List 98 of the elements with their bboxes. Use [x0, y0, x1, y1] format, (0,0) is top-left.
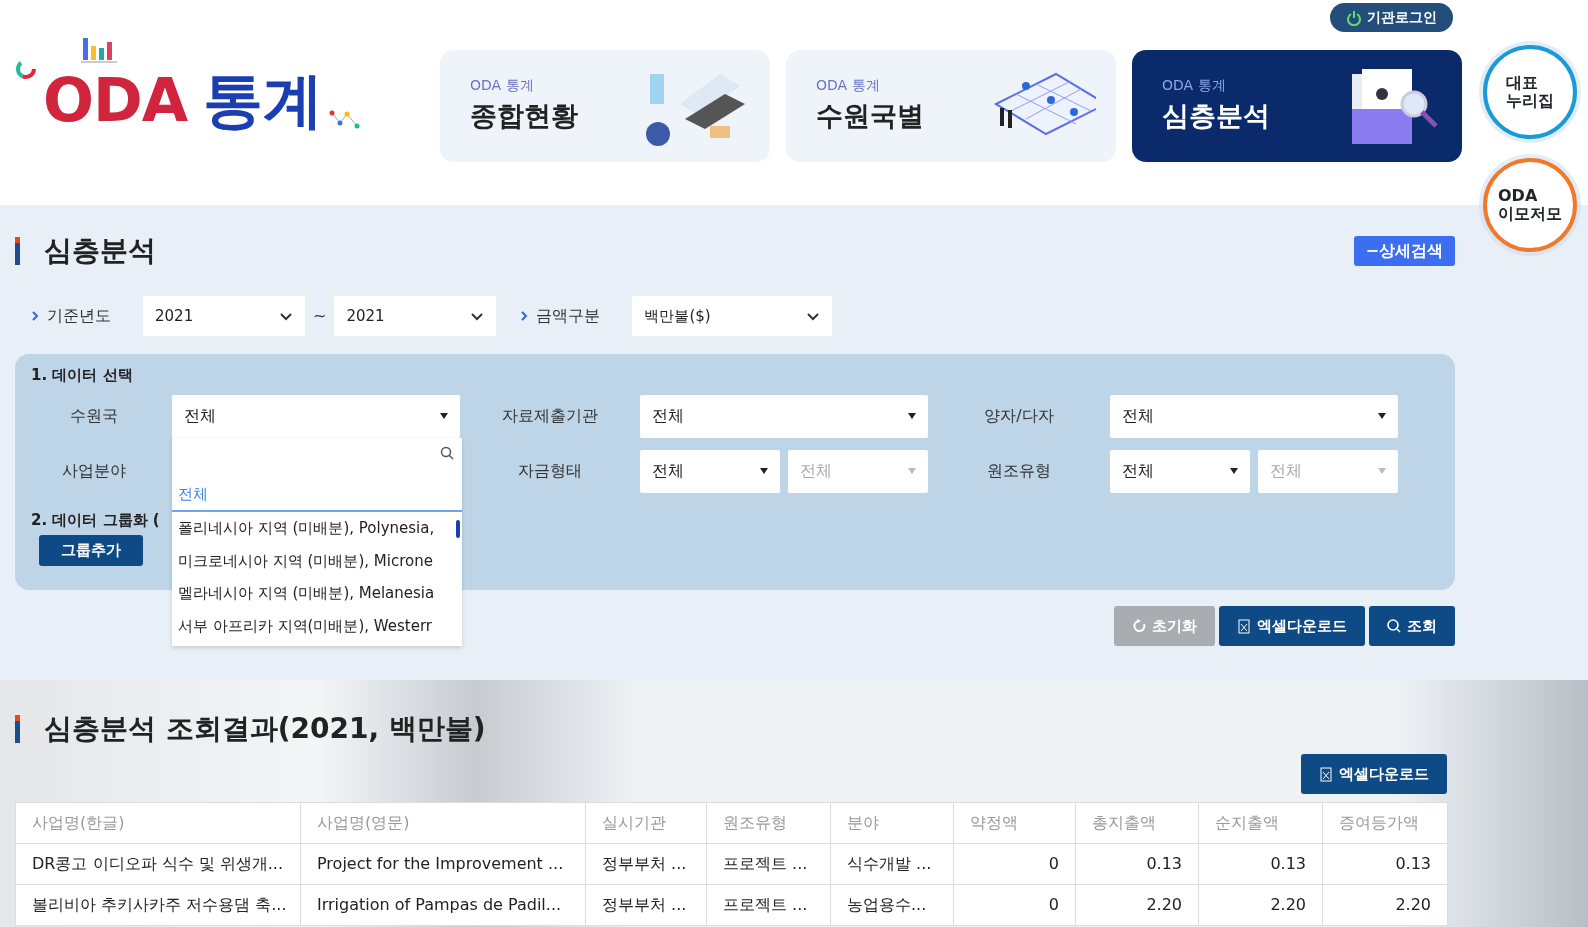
caret-icon — [760, 468, 768, 474]
table-cell: 정부부처 ... — [585, 843, 707, 885]
scrollbar-thumb[interactable] — [456, 519, 460, 538]
panel-title: 1. 데이터 선택 — [30, 365, 134, 386]
select-field[interactable]: 2021 — [143, 296, 305, 336]
column-header: 실시기관 — [585, 802, 707, 844]
section-title: 심층분석 — [44, 233, 156, 269]
chevron-down-icon — [470, 311, 485, 321]
column-header: 사업명(영문) — [300, 802, 586, 844]
select-field[interactable]: 전체 — [640, 394, 928, 438]
field-label: 양자/다자 — [983, 405, 1055, 427]
title-accent-bar — [15, 715, 20, 743]
select-field[interactable]: 전체 — [1110, 394, 1398, 438]
add-group-button[interactable]: 그룹추가 — [39, 535, 143, 566]
table-cell: 2.20 — [1198, 884, 1323, 926]
dropdown-option[interactable]: 서부 아프리카 지역(미배분), Westerr — [172, 609, 462, 642]
table-cell: 정부부처 ... — [585, 884, 707, 926]
card-eyebrow: ODA 통계 — [816, 76, 881, 96]
table-cell: 0 — [953, 884, 1076, 926]
title-accent-bar — [15, 237, 20, 265]
caret-icon — [1378, 468, 1386, 474]
table-cell: 0.13 — [1075, 843, 1199, 885]
field-label: 자료제출기관 — [501, 405, 599, 427]
dropdown-option[interactable]: 폴리네시아 지역 (미배분), Polynesia, — [172, 512, 462, 545]
search-button[interactable]: 조회 — [1369, 606, 1455, 646]
power-icon — [1346, 10, 1362, 26]
search-icon — [1387, 618, 1401, 634]
refresh-icon — [1132, 618, 1146, 634]
chevron-down-icon — [279, 311, 293, 321]
table-cell: DR콩고 이디오파 식수 및 위생개... — [15, 843, 301, 885]
spreadsheet-icon — [1237, 618, 1251, 634]
bar-chart-icon — [81, 36, 117, 64]
card-eyebrow: ODA 통계 — [470, 76, 535, 96]
column-header: 분야 — [830, 802, 954, 844]
chevron-icon — [31, 310, 39, 322]
field-label: 수원국 — [68, 405, 119, 427]
table-cell: 0.13 — [1322, 843, 1448, 885]
select-field[interactable]: 전체 — [640, 449, 780, 493]
field-label: 자금형태 — [517, 460, 583, 482]
table-cell: 2.20 — [1322, 884, 1448, 926]
filter-label: 기준년도 — [47, 305, 111, 327]
dropdown-option[interactable]: 미크로네시아 지역 (미배분), Microne — [172, 544, 462, 577]
column-header: 약정액 — [953, 802, 1076, 844]
dropdown-option[interactable]: 멜라네시아 지역 (미배분), Melanesia — [172, 577, 462, 610]
dots-icon — [329, 108, 362, 130]
nav-card[interactable]: ODA 통계 심층분석 — [1132, 50, 1462, 162]
logo-text: ODA — [43, 70, 188, 130]
select-field[interactable]: 2021 — [334, 296, 497, 336]
caret-icon — [1378, 413, 1386, 419]
filter-label: 금액구분 — [536, 305, 601, 327]
card-title: 심층분석 — [1162, 99, 1270, 134]
column-header: 순지출액 — [1198, 802, 1323, 844]
group-title: 2. 데이터 그룹화 ( — [31, 510, 160, 529]
excel-download-button[interactable]: 엑셀다운로드 — [1301, 754, 1447, 794]
table-cell: 2.20 — [1075, 884, 1199, 926]
table-cell: Irrigation of Pampas de Padil... — [300, 884, 586, 926]
card-eyebrow: ODA 통계 — [1162, 76, 1227, 96]
nav-card[interactable]: ODA 통계 수원국별 — [786, 50, 1116, 162]
dropdown-option[interactable]: 전체 — [172, 477, 462, 512]
field-label: 원조유형 — [986, 460, 1052, 482]
section-title: 심층분석 조회결과(2021, 백만불) — [44, 711, 486, 747]
nav-card[interactable]: ODA 통계 종합현황 — [440, 50, 770, 162]
range-separator: ~ — [313, 305, 327, 327]
caret-icon — [1230, 468, 1238, 474]
spreadsheet-icon — [1319, 766, 1333, 782]
select-field: 전체 — [1258, 449, 1398, 493]
login-button[interactable]: 기관로그인 — [1330, 3, 1453, 32]
side-link-button[interactable]: 대표 누리집 — [1483, 45, 1577, 139]
caret-icon — [908, 413, 916, 419]
select-field[interactable]: 전체 — [172, 394, 460, 438]
side-link-button[interactable]: ODA 이모저모 — [1483, 158, 1577, 252]
column-header: 총지출액 — [1075, 802, 1199, 844]
card-title: 수원국별 — [816, 99, 924, 134]
select-field: 전체 — [788, 449, 928, 493]
select-field[interactable]: 백만불($) — [632, 296, 833, 336]
table-cell: 식수개발 ... — [830, 843, 954, 885]
column-header: 원조유형 — [706, 802, 831, 844]
column-header: 사업명(한글) — [15, 802, 301, 844]
chevron-icon — [520, 310, 529, 322]
chevron-down-icon — [806, 311, 821, 321]
table-cell: 농업용수... — [830, 884, 954, 926]
excel-button[interactable]: 엑셀다운로드 — [1219, 606, 1365, 646]
select-field[interactable]: 전체 — [1110, 449, 1250, 493]
detail-search-button[interactable]: −상세검색 — [1353, 236, 1455, 266]
table-cell: Project for the Improvement ... — [300, 843, 586, 885]
table-cell: 프로젝트 ... — [706, 884, 831, 926]
table-cell: 프로젝트 ... — [706, 843, 831, 885]
card-title: 종합현황 — [470, 99, 578, 134]
table-cell: 볼리비아 추키사카주 저수용댐 축... — [15, 884, 301, 926]
table-cell: 0 — [953, 843, 1076, 885]
donut-icon — [15, 58, 37, 80]
caret-icon — [908, 468, 916, 474]
column-header: 증여등가액 — [1322, 802, 1448, 844]
search-icon — [440, 445, 454, 460]
logo-text: 통계 — [203, 70, 324, 130]
caret-icon — [440, 413, 448, 419]
table-cell: 0.13 — [1198, 843, 1323, 885]
field-label: 사업분야 — [60, 460, 127, 482]
